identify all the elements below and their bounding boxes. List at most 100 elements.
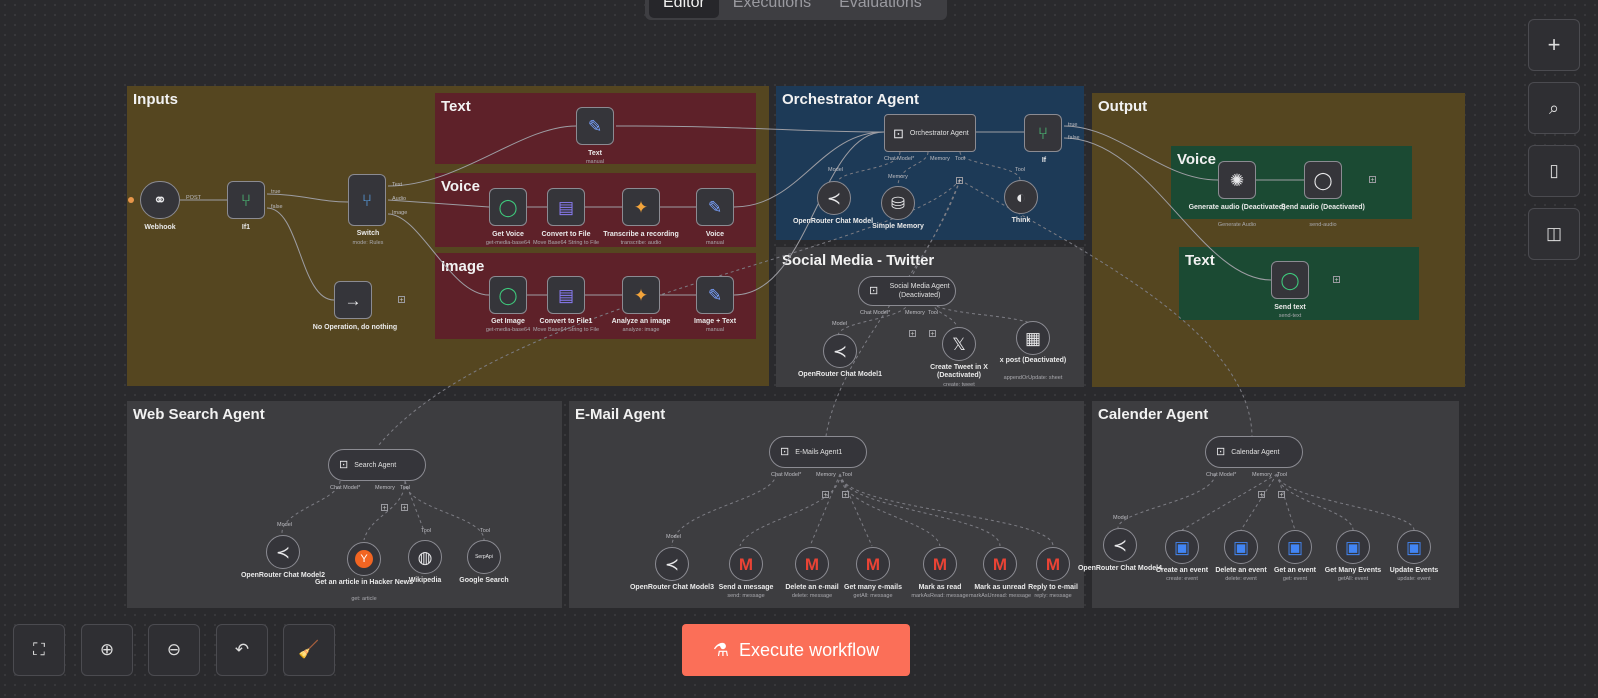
zoom-in-icon: ⊕ xyxy=(99,640,115,659)
x-post-node[interactable]: ▦ xyxy=(1016,321,1050,355)
calendar-tool-port: Tool xyxy=(1277,472,1288,478)
add-tool-button[interactable]: + xyxy=(956,177,963,185)
switch-icon: ⑂ xyxy=(361,190,373,210)
or-chat3-node[interactable]: ≺ xyxy=(655,547,689,581)
gmail-icon: M xyxy=(932,554,948,574)
zoom-in-button[interactable]: ⊕ xyxy=(81,624,133,676)
gemini-icon: ✦ xyxy=(633,285,649,305)
emails-agent-node[interactable]: ⊡ E-Mails Agent1 xyxy=(769,436,867,468)
if1-node[interactable]: ⑂ xyxy=(227,181,265,219)
zoom-out-icon: ⊖ xyxy=(166,640,182,659)
calendar-icon: ▣ xyxy=(1344,537,1362,557)
get-voice-node[interactable]: ◯ xyxy=(489,188,527,226)
google-search-node[interactable]: SerpApi xyxy=(467,540,501,574)
webhook-node[interactable]: ⚭ xyxy=(140,181,180,219)
search-icon: ⌕ xyxy=(1548,97,1560,118)
noop-node[interactable]: → xyxy=(334,281,372,319)
or-chat4-node[interactable]: ≺ xyxy=(1103,528,1137,562)
image-text-node[interactable]: ✎ xyxy=(696,276,734,314)
switch-node[interactable]: ⑂ xyxy=(348,174,386,226)
update-events-node[interactable]: ▣ xyxy=(1397,530,1431,564)
send-audio-node[interactable]: ◯ xyxy=(1304,161,1342,199)
transcribe-node[interactable]: ✦ xyxy=(622,188,660,226)
fit-view-icon: ⛶ xyxy=(33,640,45,659)
convert-file1-node[interactable]: ▤ xyxy=(547,276,585,314)
gen-audio-node[interactable]: ✺ xyxy=(1218,161,1256,199)
openrouter-icon: ≺ xyxy=(664,554,680,574)
hacker-news-node[interactable]: Y xyxy=(347,542,381,576)
social-memory-port: Memory xyxy=(905,310,925,316)
social-agent-node[interactable]: ⊡ Social Media Agent (Deactivated) xyxy=(858,276,956,306)
get-many-events-node[interactable]: ▣ xyxy=(1336,530,1370,564)
emails-chat-port: Chat Model* xyxy=(771,472,802,478)
or-chat1-node[interactable]: ≺ xyxy=(823,334,857,368)
sticky-note-button[interactable]: ▯ xyxy=(1528,145,1580,197)
reset-zoom-button[interactable]: ↶ xyxy=(216,624,268,676)
mark-unread-node[interactable]: M xyxy=(983,547,1017,581)
pencil-icon: ✎ xyxy=(707,285,723,305)
text-node[interactable]: ✎ xyxy=(576,107,614,145)
undo-icon: ↶ xyxy=(234,640,250,659)
fit-view-button[interactable]: ⛶ xyxy=(13,624,65,676)
if-out-node[interactable]: ⑂ xyxy=(1024,114,1062,152)
add-memory-button[interactable]: + xyxy=(1258,491,1265,499)
think-port: Tool xyxy=(1015,167,1026,173)
get-image-node[interactable]: ◯ xyxy=(489,276,527,314)
openrouter-icon: ≺ xyxy=(826,188,842,208)
analyze-image-node[interactable]: ✦ xyxy=(622,276,660,314)
add-node-button[interactable]: + xyxy=(1369,176,1376,184)
sheet-icon: ▦ xyxy=(1024,328,1042,348)
gmail-icon: M xyxy=(738,554,754,574)
globe-icon: ◍ xyxy=(417,547,433,567)
think-node[interactable]: ◐ xyxy=(1004,180,1038,214)
robot-icon: ⊡ xyxy=(339,458,349,471)
add-memory-button[interactable]: + xyxy=(822,491,829,499)
calendar-agent-node[interactable]: ⊡ Calendar Agent xyxy=(1205,436,1303,468)
get-event-node[interactable]: ▣ xyxy=(1278,530,1312,564)
search-button[interactable]: ⌕ xyxy=(1528,82,1580,134)
get-many-emails-node[interactable]: M xyxy=(856,547,890,581)
delete-event-node[interactable]: ▣ xyxy=(1224,530,1258,564)
orchestrator-label: Orchestrator Agent xyxy=(909,129,969,137)
execute-workflow-button[interactable]: ⚗ Execute workflow xyxy=(682,624,910,676)
zoom-out-button[interactable]: ⊖ xyxy=(148,624,200,676)
send-text-node[interactable]: ◯ xyxy=(1271,261,1309,299)
or-chat2-node[interactable]: ≺ xyxy=(266,535,300,569)
send-text-sub: send-text xyxy=(1278,313,1302,319)
voice-node[interactable]: ✎ xyxy=(696,188,734,226)
search-agent-node[interactable]: ⊡ Search Agent xyxy=(328,449,426,481)
tidy-up-button[interactable]: 🧹 xyxy=(283,624,335,676)
add-memory-button[interactable]: + xyxy=(381,504,388,512)
add-node-button[interactable]: + xyxy=(1333,276,1340,284)
add-tool-button[interactable]: + xyxy=(842,491,849,499)
add-tool-button[interactable]: + xyxy=(1278,491,1285,499)
workflow-canvas[interactable]: Editor Executions Evaluations Inputs Tex… xyxy=(0,0,1598,698)
panel-toggle-button[interactable]: ◫ xyxy=(1528,208,1580,260)
add-node-button[interactable]: + xyxy=(398,296,405,304)
wikipedia-node[interactable]: ◍ xyxy=(408,540,442,574)
create-event-node[interactable]: ▣ xyxy=(1165,530,1199,564)
send-message-node[interactable]: M xyxy=(729,547,763,581)
delete-email-node[interactable]: M xyxy=(795,547,829,581)
add-tool-button[interactable]: + xyxy=(401,504,408,512)
add-tool-button[interactable]: + xyxy=(929,330,936,338)
calendar-icon: ▣ xyxy=(1232,537,1250,557)
orchestrator-node[interactable]: ⊡ Orchestrator Agent xyxy=(884,114,976,152)
calendar-agent-label: Calendar Agent xyxy=(1231,448,1280,456)
or-chat-node[interactable]: ≺ xyxy=(817,181,851,215)
x-post-sub: appendOrUpdate: sheet xyxy=(1003,375,1063,381)
reply-email-node[interactable]: M xyxy=(1036,547,1070,581)
simple-memory-node[interactable]: ⛁ xyxy=(881,186,915,220)
switch-out-audio: Audio xyxy=(392,196,407,202)
mark-read-node[interactable]: M xyxy=(923,547,957,581)
add-node-panel-button[interactable]: + xyxy=(1528,19,1580,71)
create-tweet-node[interactable]: 𝕏 xyxy=(942,327,976,361)
add-memory-button[interactable]: + xyxy=(909,330,916,338)
think-label: Think xyxy=(1011,217,1031,224)
convert-file-node[interactable]: ▤ xyxy=(547,188,585,226)
if-icon: ⑂ xyxy=(240,190,252,210)
openrouter-icon: ≺ xyxy=(1112,535,1128,555)
social-tool-port: Tool xyxy=(928,310,939,316)
update-events-sub: update: event xyxy=(1397,576,1431,582)
hackernews-icon: Y xyxy=(355,550,373,568)
